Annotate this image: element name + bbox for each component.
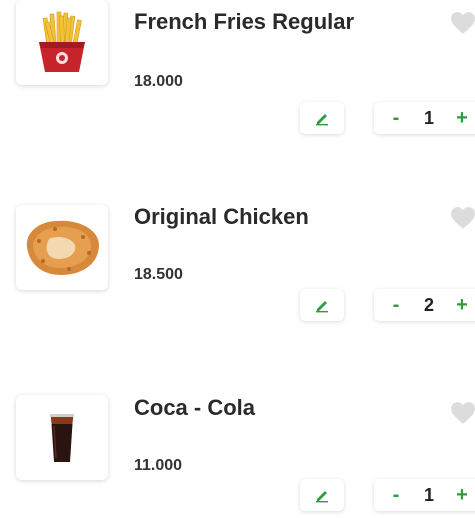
favorite-button[interactable] <box>448 204 475 232</box>
pencil-icon <box>316 491 328 503</box>
cart-item: French Fries Regular 18.000 - 1 + <box>0 0 475 134</box>
fried-chicken-image[interactable] <box>16 205 108 290</box>
increase-quantity-button[interactable]: + <box>454 107 470 130</box>
cart-item-list: French Fries Regular 18.000 - 1 + Origin… <box>0 0 475 518</box>
french-fries-image[interactable] <box>16 0 108 85</box>
quantity-stepper: - 1 + <box>374 102 475 134</box>
quantity-value: 1 <box>423 484 434 505</box>
pencil-icon <box>316 114 328 126</box>
item-name: Original Chicken <box>134 204 309 229</box>
edit-note-button[interactable] <box>300 102 344 134</box>
quantity-stepper: - 2 + <box>374 289 475 321</box>
decrease-quantity-button[interactable]: - <box>388 107 404 130</box>
cart-item: Coca - Cola 11.000 - 1 + <box>0 365 475 515</box>
edit-note-button[interactable] <box>300 479 344 511</box>
item-name: Coca - Cola <box>134 395 256 420</box>
quantity-stepper: - 1 + <box>374 479 475 511</box>
item-name: French Fries Regular <box>134 9 355 34</box>
favorite-button[interactable] <box>448 9 475 37</box>
increase-quantity-button[interactable]: + <box>454 294 470 317</box>
quantity-value: 2 <box>423 294 434 315</box>
edit-note-button[interactable] <box>300 289 344 321</box>
cart-item: Original Chicken 18.500 - 2 + <box>0 170 475 321</box>
decrease-quantity-button[interactable]: - <box>388 294 404 317</box>
heart-icon <box>451 12 475 34</box>
increase-quantity-button[interactable]: + <box>454 484 470 507</box>
quantity-value: 1 <box>423 107 434 128</box>
favorite-button[interactable] <box>448 399 475 427</box>
cola-cup-image[interactable] <box>16 395 108 480</box>
item-price: 18.000 <box>134 73 183 90</box>
heart-icon <box>451 207 475 229</box>
pencil-icon <box>316 301 328 313</box>
item-price: 18.500 <box>134 266 183 283</box>
heart-icon <box>451 402 475 424</box>
decrease-quantity-button[interactable]: - <box>388 484 404 507</box>
item-price: 11.000 <box>134 457 183 474</box>
